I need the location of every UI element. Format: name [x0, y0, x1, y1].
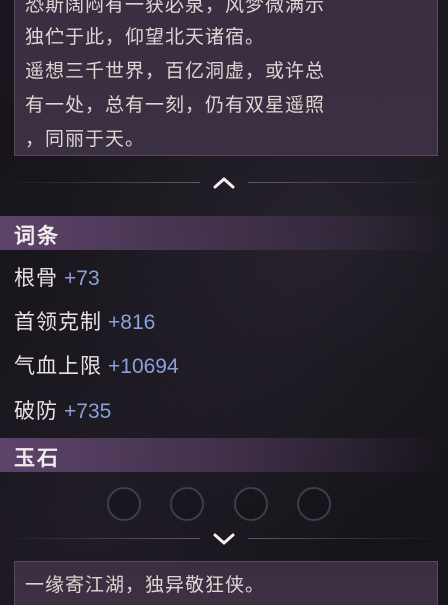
jade-slot[interactable]	[107, 487, 141, 521]
divider-line	[248, 182, 448, 183]
stat-name: 破防	[14, 399, 58, 423]
stat-row: 根骨 +73	[14, 262, 100, 292]
description-line: 遥想三千世界，百亿洞虚，或许总	[25, 60, 326, 82]
stat-name: 气血上限	[14, 354, 102, 378]
stat-row: 破防 +735	[14, 395, 111, 425]
expand-divider	[0, 526, 448, 552]
description-line: 有一处，总有一刻，仍有双星遥照	[25, 94, 326, 116]
stat-value: +816	[108, 311, 156, 334]
chevron-down-icon	[213, 533, 235, 545]
collapse-divider	[0, 170, 448, 196]
divider-line	[0, 538, 200, 539]
divider-line	[0, 182, 200, 183]
stat-value: +735	[64, 400, 112, 423]
stat-value: +73	[64, 267, 100, 290]
stat-row: 首领克制 +816	[14, 306, 155, 336]
quote-text: 一缘寄江湖，独异敬狂侠。	[25, 574, 266, 596]
description-line: 恐斯阔闷有一获必泉，风梦微满示	[25, 0, 326, 16]
description-line: ，同丽于天。	[25, 128, 146, 150]
description-panel: 恐斯阔闷有一获必泉，风梦微满示 独伫于此，仰望北天诸宿。 遥想三千世界，百亿洞虚…	[14, 0, 438, 156]
collapse-button[interactable]	[211, 170, 237, 196]
stat-name: 首领克制	[14, 310, 102, 334]
jade-slot[interactable]	[297, 487, 331, 521]
expand-button[interactable]	[211, 526, 237, 552]
entries-section-header: 词条	[0, 216, 448, 250]
jade-title: 玉石	[14, 445, 60, 470]
divider-line	[248, 538, 448, 539]
description-line: 独伫于此，仰望北天诸宿。	[25, 26, 266, 48]
stat-value: +10694	[108, 355, 179, 378]
jade-section-header: 玉石	[0, 438, 448, 472]
quote-panel: 一缘寄江湖，独异敬狂侠。	[14, 561, 438, 605]
entries-title: 词条	[14, 223, 60, 248]
chevron-up-icon	[213, 177, 235, 189]
stat-row: 气血上限 +10694	[14, 350, 179, 380]
stat-name: 根骨	[14, 266, 58, 290]
jade-slot[interactable]	[170, 487, 204, 521]
jade-slot[interactable]	[234, 487, 268, 521]
